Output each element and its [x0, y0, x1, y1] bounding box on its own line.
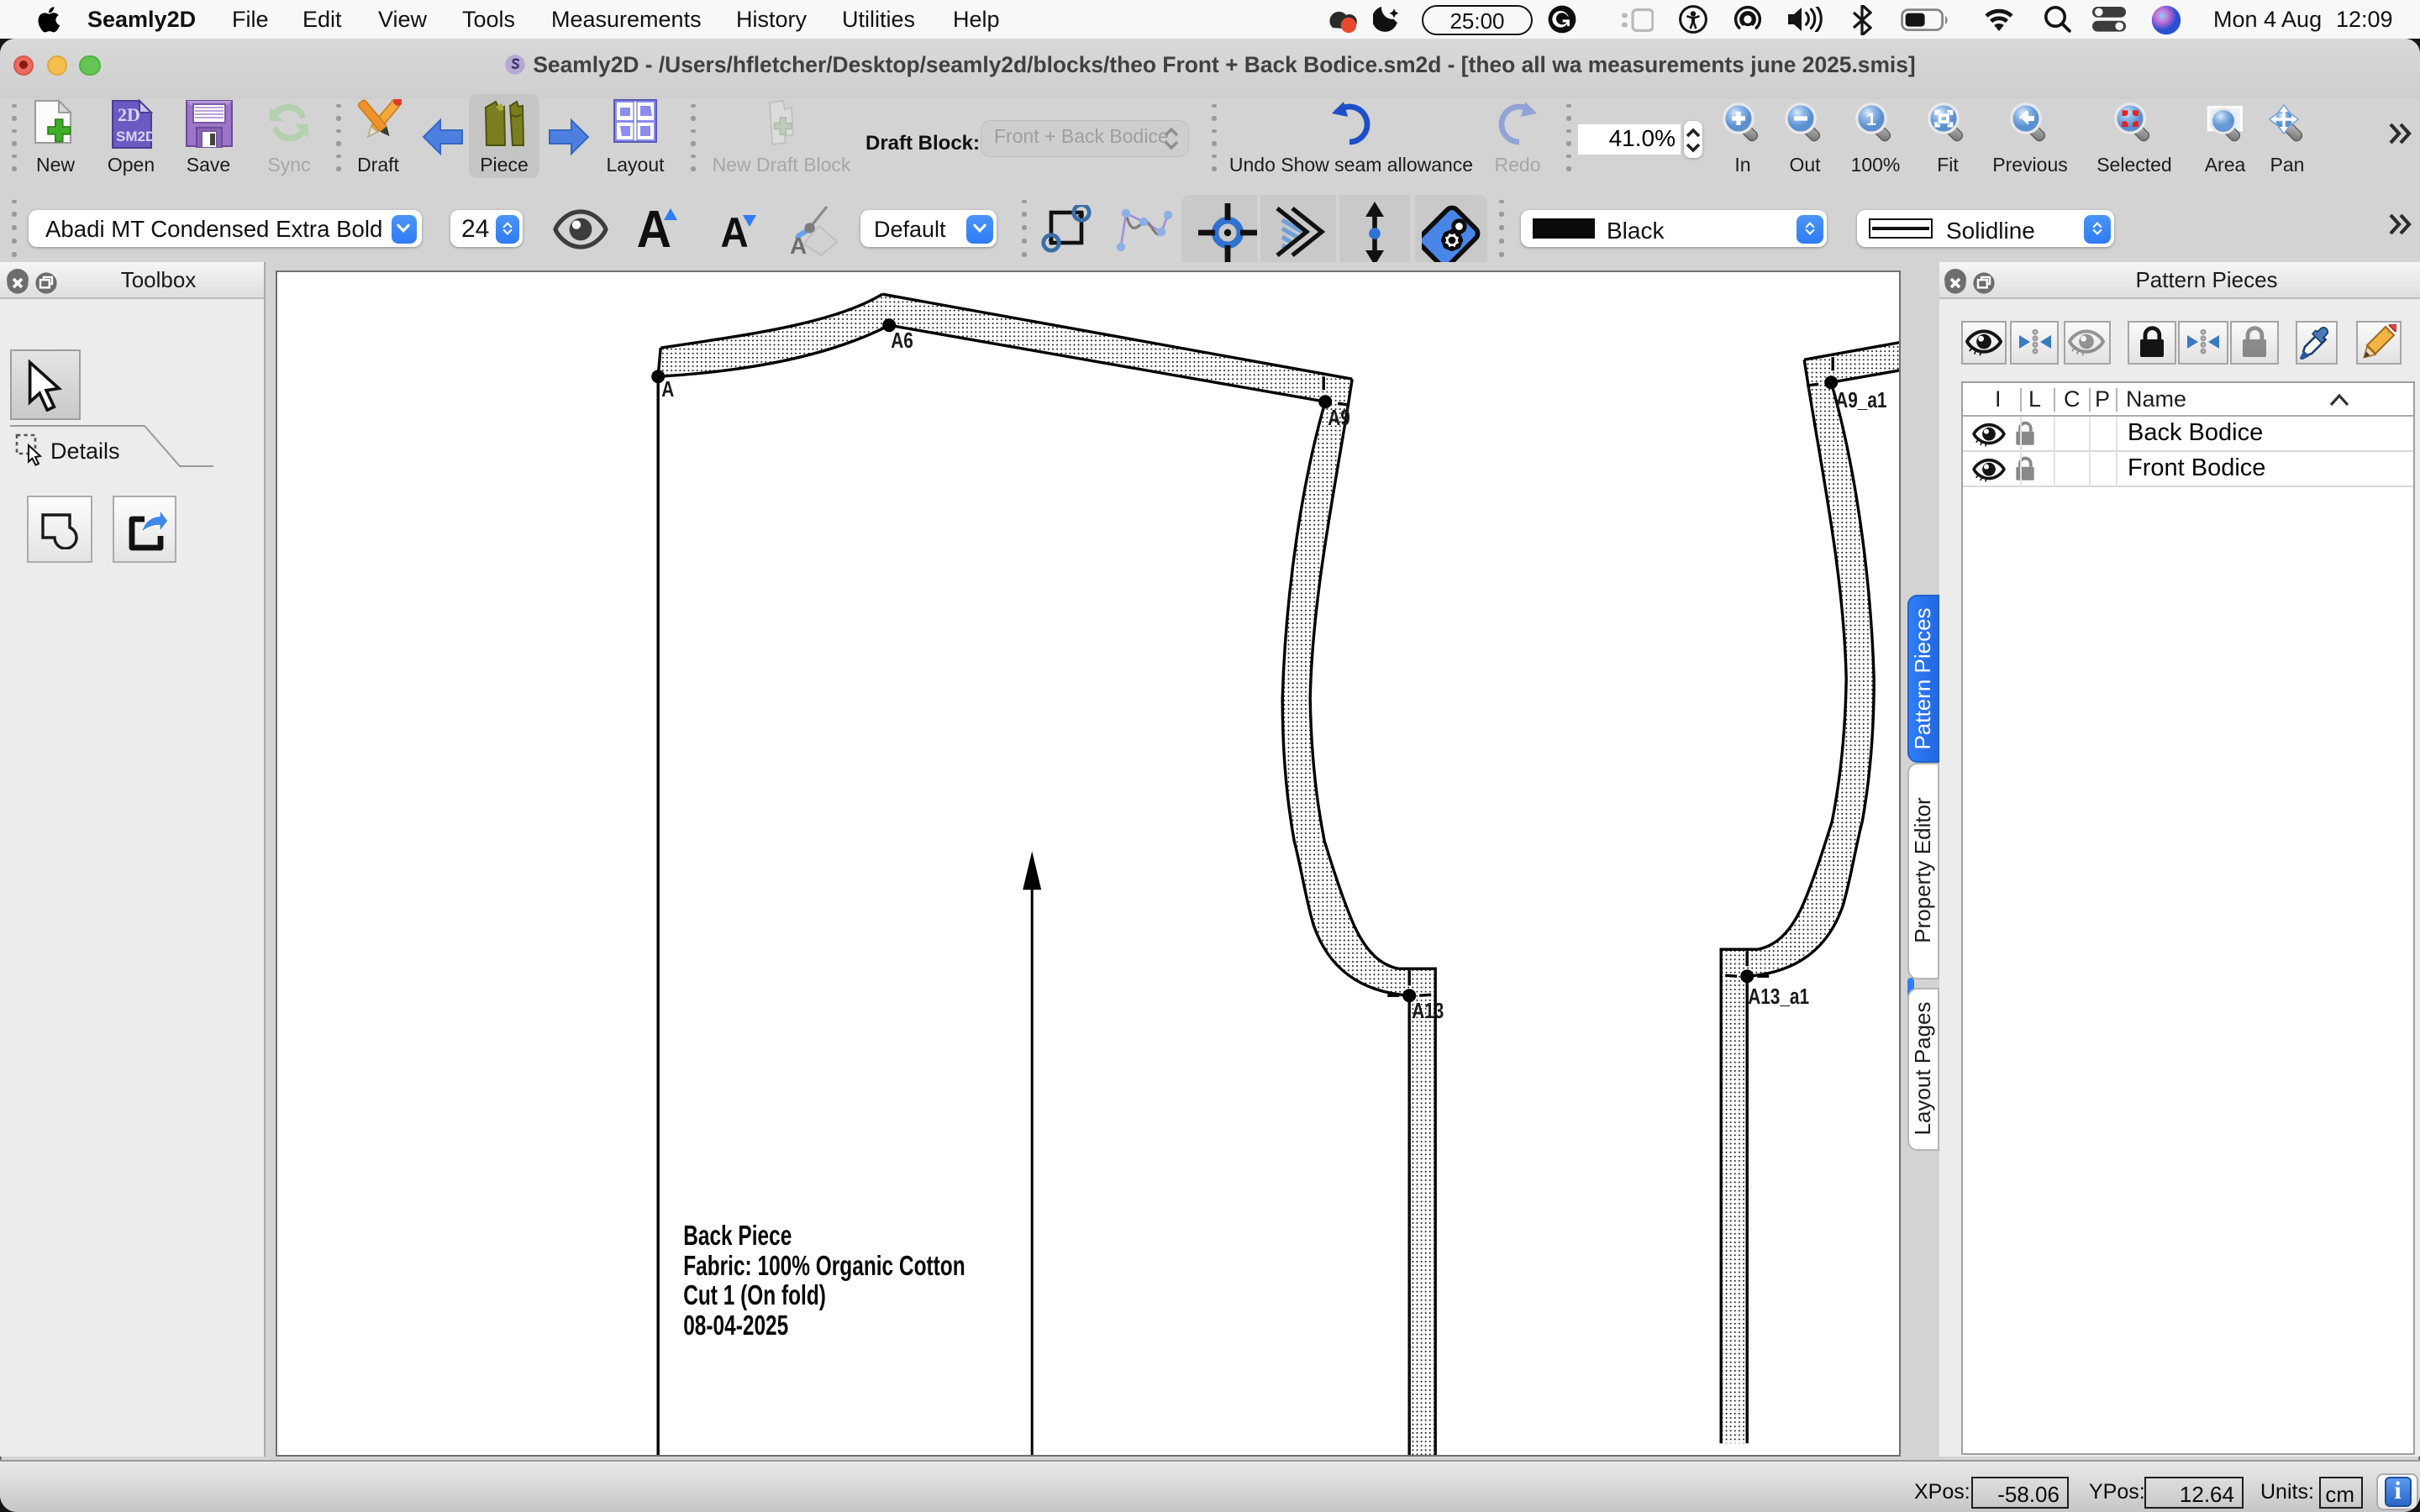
svg-text:Cut 1 (On fold): Cut 1 (On fold) [682, 1280, 825, 1312]
svg-text:08-04-2025: 08-04-2025 [682, 1310, 787, 1342]
svg-text:A: A [660, 377, 673, 402]
svg-text:2D: 2D [117, 103, 139, 124]
svg-text:A: A [790, 232, 807, 256]
svg-text:Fabric: 100% Organic Cotton: Fabric: 100% Organic Cotton [682, 1251, 964, 1283]
svg-text:A6: A6 [890, 328, 913, 353]
svg-text:1: 1 [1866, 109, 1876, 129]
svg-text:Back Piece: Back Piece [682, 1221, 791, 1252]
svg-text:A13: A13 [1411, 999, 1443, 1023]
svg-text:SM2D: SM2D [115, 128, 152, 144]
svg-text:A9: A9 [1327, 406, 1349, 430]
svg-text:A9_a1: A9_a1 [1834, 388, 1886, 412]
svg-text:A13_a1: A13_a1 [1747, 984, 1808, 1009]
